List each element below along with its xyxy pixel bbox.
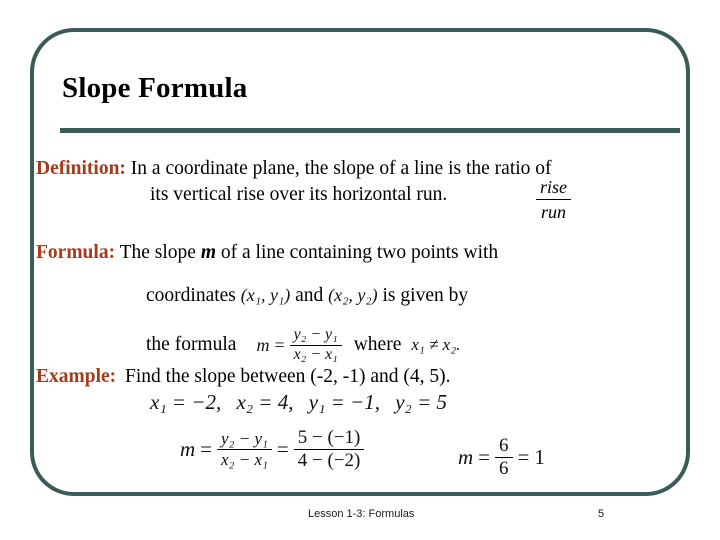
formula-text-before-m: The slope [119,242,196,263]
result-m-variable: m [458,444,474,469]
is-given-by-text: is given by [382,285,469,306]
work-equals-1: = [200,436,213,461]
work-symbolic-denominator: x₂ − x₁ [221,449,268,469]
run-denominator: run [540,201,566,222]
result-value: 1 [534,444,545,469]
footer-lesson-text: Lesson 1-3: Formulas [308,508,415,520]
formula-line-3: the formula m = y₂ − y₁ x₂ − x₁ where x₁… [146,326,461,363]
formula-m-variable: m [256,334,270,355]
result-numerator: 6 [499,435,509,456]
formula-equals-sign: = [274,334,285,355]
example-result-equation: m = 6 6 = 1 [458,436,545,479]
result-fraction: 6 6 [495,436,513,479]
slope-symbol-m: m [200,242,217,263]
where-word: where [353,333,402,355]
given-x1: x₁ = −2, [150,390,222,414]
formula-line-2: coordinates (x₁, y₁) and (x₂, y₂) is giv… [146,285,468,308]
result-equals-2: = [517,444,530,469]
work-numeric-denominator: 4 − (−2) [297,449,361,471]
the-formula-text: the formula [146,333,237,355]
fraction-bar [536,198,571,200]
rise-numerator: rise [540,177,567,197]
given-y2: y₂ = 5 [395,390,448,414]
example-line-1: Example: Find the slope between (-2, -1)… [36,366,451,389]
slope-formula-numerator: y₂ − y₁ [293,326,338,343]
example-given-values: x₁ = −2, x₂ = 4, y₁ = −1, y₂ = 5 [150,390,447,415]
work-symbolic-fraction: y₂ − y₁ x₂ − x₁ [217,430,272,468]
slope-formula-denominator: x₂ − x₁ [293,345,338,363]
and-word: and [295,285,324,306]
work-equals-2: = [276,436,289,461]
slope-formula-fraction: y₂ − y₁ x₂ − x₁ [289,326,342,363]
slide-body: Definition: In a coordinate plane, the s… [0,0,720,540]
definition-line-2: its vertical rise over its horizontal ru… [150,184,447,207]
definition-text-1: In a coordinate plane, the slope of a li… [130,158,552,179]
given-x2: x₂ = 4, [236,390,294,414]
definition-label: Definition: [36,158,126,179]
result-denominator: 6 [499,457,509,479]
formula-text-after-m: of a line containing two points with [220,242,499,263]
formula-label: Formula: [36,242,116,263]
given-y1: y₁ = −1, [308,390,380,414]
footer-page-number: 5 [598,508,605,520]
work-m-variable: m [180,436,196,461]
coordinates-word: coordinates [146,285,236,306]
formula-line-1: Formula: The slope m of a line containin… [36,242,498,265]
example-label: Example: [36,366,117,387]
point-two: (x₂, y₂) [328,285,378,305]
example-prompt: Find the slope between (-2, -1) and (4, … [125,366,451,387]
slide: Slope Formula Definition: In a coordinat… [0,0,720,540]
definition-text-2: its vertical rise over its horizontal ru… [150,184,448,205]
work-symbolic-numerator: y₂ − y₁ [221,429,268,449]
point-one: (x₁, y₁) [240,285,291,305]
result-equals-1: = [478,444,491,469]
rise-over-run-fraction: rise run [536,178,571,222]
definition-line-1: Definition: In a coordinate plane, the s… [36,158,552,181]
work-numeric-numerator: 5 − (−1) [297,427,361,448]
example-work-equation: m = y₂ − y₁ x₂ − x₁ = 5 − (−1) 4 − (−2) [180,427,365,471]
work-numeric-fraction: 5 − (−1) 4 − (−2) [293,427,365,471]
formula-condition: x₁ ≠ x₂. [411,335,461,355]
